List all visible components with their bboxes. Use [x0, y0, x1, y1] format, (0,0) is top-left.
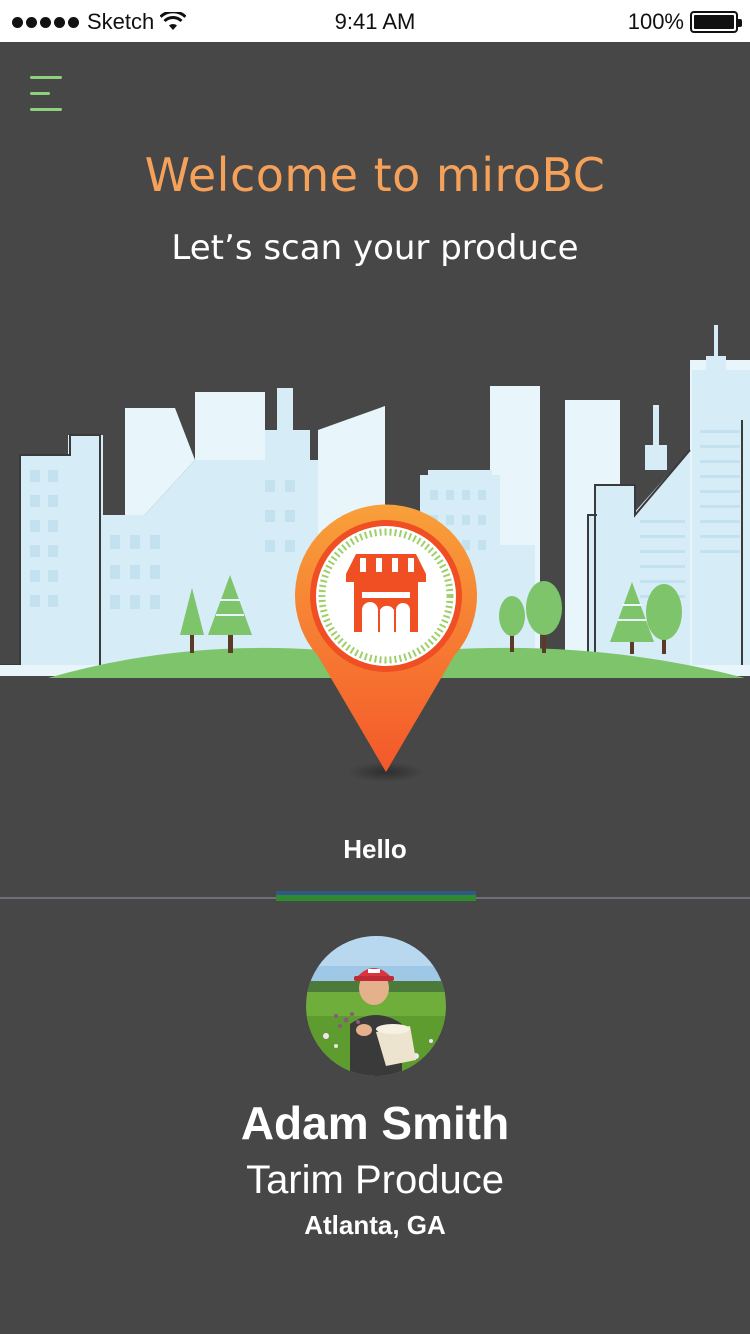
profile-company: Tarim Produce: [246, 1158, 504, 1202]
active-tab-indicator: [276, 891, 476, 901]
page-title: Welcome to miroBC: [144, 148, 606, 202]
status-right: 100%: [627, 9, 742, 35]
profile-name: Adam Smith: [240, 1097, 510, 1149]
battery-percentage: 100%: [627, 9, 684, 34]
farmer-photo: [306, 936, 446, 1076]
battery-icon: [690, 11, 742, 33]
hamburger-menu-icon[interactable]: [30, 76, 64, 114]
profile-location: Atlanta, GA: [304, 1210, 446, 1240]
page-subtitle: Let’s scan your produce: [171, 228, 579, 268]
avatar: [306, 936, 446, 1076]
city-illustration: [0, 325, 750, 782]
store-location-pin-icon: [295, 504, 477, 772]
tab-hello[interactable]: Hello: [0, 834, 750, 865]
status-bar: Sketch 9:41 AM 100%: [0, 0, 750, 42]
